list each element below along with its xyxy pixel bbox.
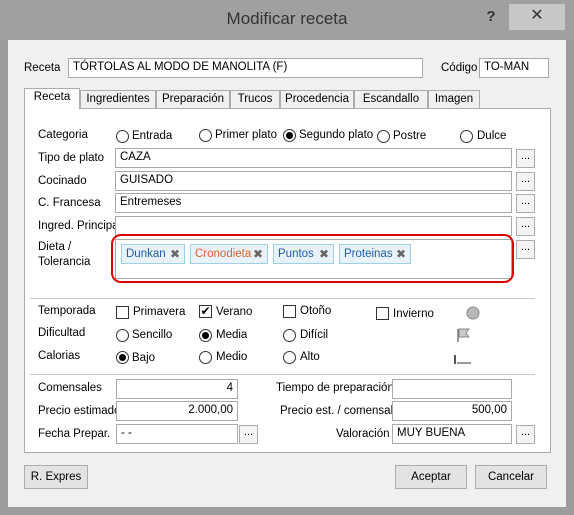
temporada-verano-label: Verano [216,306,253,318]
temporada-primavera-checkbox[interactable] [116,306,129,319]
ingred-principal-field[interactable] [115,216,512,236]
calorias-label: Calorias [38,350,81,362]
valoracion-browse-button[interactable]: ... [516,425,535,444]
temporada-otono-checkbox[interactable] [283,305,296,318]
categoria-postre-radio[interactable] [377,130,390,143]
precio-estimado-field[interactable]: 2.000,00 [116,401,238,421]
comensales-label: Comensales [38,382,102,394]
tipo-plato-field[interactable]: CAZA [115,148,512,168]
categoria-segundo-plato-label: Segundo plato [299,129,374,141]
fecha-prepar-field[interactable]: - - [116,424,238,444]
cocinado-browse-button[interactable]: ... [516,172,535,191]
dieta-label-line1: Dieta / [38,241,72,253]
calorias-medio-label: Medio [216,351,248,363]
dificultad-label: Dificultad [38,327,86,339]
dificultad-dificil-label: Difícil [300,329,329,341]
temporada-label: Temporada [38,305,96,317]
c-francesa-browse-button[interactable]: ... [516,194,535,213]
cocinado-field[interactable]: GUISADO [115,171,512,191]
calorias-alto-radio[interactable] [283,351,296,364]
snowflake-icon [466,306,480,320]
tab-preparacion[interactable]: Preparación [156,90,230,108]
tipo-plato-label: Tipo de plato [38,152,105,164]
temporada-verano-checkbox[interactable]: ✔ [199,305,212,318]
title-bar: Modificar receta ? ✕ [0,0,574,40]
categoria-dulce-label: Dulce [477,130,507,142]
dialog-window: Modificar receta ? ✕ Receta TÓRTOLAS AL … [0,0,574,515]
dieta-highlight-annotation [111,234,514,283]
tab-ingredientes[interactable]: Ingredientes [80,90,156,108]
precio-comensal-label: Precio est. / comensal [280,405,394,417]
ingred-principal-browse-button[interactable]: ... [516,217,535,236]
categoria-entrada-label: Entrada [132,130,173,142]
dialog-body: Receta TÓRTOLAS AL MODO DE MANOLITA (F) … [8,40,566,507]
precio-estimado-label: Precio estimado [38,405,121,417]
valoracion-label: Valoración [336,428,390,440]
categoria-entrada-radio[interactable] [116,130,129,143]
valoracion-field[interactable]: MUY BUENA [392,424,512,444]
dificultad-media-radio[interactable] [199,329,212,342]
dificultad-sencillo-label: Sencillo [132,329,173,341]
dificultad-sencillo-radio[interactable] [116,329,129,342]
calorias-bajo-label: Bajo [132,352,156,364]
cocinado-label: Cocinado [38,175,87,187]
dieta-browse-button[interactable]: ... [516,240,535,259]
calorias-bajo-radio[interactable] [116,351,129,364]
fecha-prepar-label: Fecha Prepar. [38,428,111,440]
tiempo-preparacion-label: Tiempo de preparación [276,382,394,394]
c-francesa-label: C. Francesa [38,197,101,209]
tab-receta[interactable]: Receta [24,88,80,109]
categoria-label: Categoria [38,129,88,141]
temporada-invierno-checkbox[interactable] [376,307,389,320]
tab-trucos[interactable]: Trucos [230,90,280,108]
tab-escandallo[interactable]: Escandallo [354,90,428,108]
ingred-principal-label: Ingred. Principal [38,220,122,232]
tipo-plato-browse-button[interactable]: ... [516,149,535,168]
flag-icon [457,328,470,342]
categoria-dulce-radio[interactable] [460,130,473,143]
bar-level-icon [454,355,471,364]
tiempo-preparacion-field[interactable] [392,379,512,399]
temporada-otono-label: Otoño [300,305,332,317]
tab-imagen[interactable]: Imagen [428,90,480,108]
fecha-picker-button[interactable]: ... [239,425,258,444]
temporada-invierno-label: Invierno [393,308,434,320]
calorias-alto-label: Alto [300,351,320,363]
categoria-primer-plato-radio[interactable] [199,129,212,142]
receta-label: Receta [24,62,61,74]
accept-button[interactable]: Aceptar [395,465,467,489]
comensales-field[interactable]: 4 [116,379,238,399]
receta-name-field[interactable]: TÓRTOLAS AL MODO DE MANOLITA (F) [68,58,423,78]
separator [30,298,535,299]
codigo-label: Código [441,62,478,74]
r-expres-button[interactable]: R. Expres [24,465,88,489]
cancel-button[interactable]: Cancelar [475,465,547,489]
separator [30,374,535,375]
temporada-primavera-label: Primavera [133,306,186,318]
dificultad-dificil-radio[interactable] [283,329,296,342]
tab-procedencia[interactable]: Procedencia [280,90,354,108]
close-button[interactable]: ✕ [509,4,565,30]
dificultad-media-label: Media [216,329,248,341]
categoria-postre-label: Postre [393,130,427,142]
precio-comensal-field[interactable]: 500,00 [392,401,512,421]
dieta-label-line2: Tolerancia [38,256,91,268]
c-francesa-field[interactable]: Entremeses [115,193,512,213]
calorias-medio-radio[interactable] [199,351,212,364]
categoria-primer-plato-label: Primer plato [215,129,277,141]
help-button[interactable]: ? [474,6,508,30]
categoria-segundo-plato-radio[interactable] [283,129,296,142]
codigo-field[interactable]: TO-MAN [479,58,549,78]
